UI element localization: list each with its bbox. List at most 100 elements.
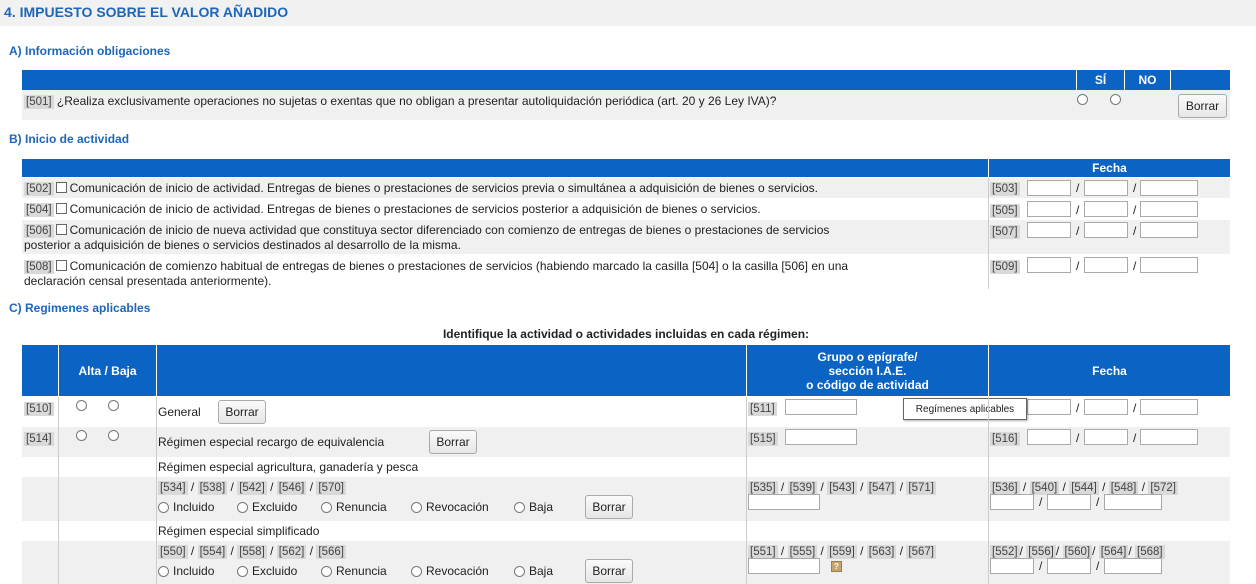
row-508-text: [508] Comunicación de comienzo habitual d… [24,259,848,274]
borrar-514-button[interactable]: Borrar [429,430,477,454]
simplificado-date-day[interactable] [990,558,1034,574]
agricultura-label: Régimen especial agricultura, ganadería … [158,460,419,474]
simplificado-codes: [550] / [554] / [558] / [562] / [566] [158,544,346,559]
grupo-511-input[interactable] [785,399,857,415]
code-505: [505] [990,204,1020,218]
radio-514-alta[interactable] [76,430,87,441]
radio-514-baja[interactable] [108,430,119,441]
simplificado-option-incluido[interactable]: Incluido [158,564,214,578]
date-516-month[interactable] [1084,429,1128,445]
row-508-label: Comunicación de comienzo habitual de ent… [69,259,849,273]
date-505-day[interactable] [1027,201,1071,217]
agricultura-option-excluido[interactable]: Excluido [237,500,297,514]
section-a-header: SÍ NO [22,70,1230,90]
date-510-month[interactable] [1084,399,1128,415]
agricultura-grupo-codes: [535] / [539] / [543] / [547] / [571] [748,480,936,495]
section-c-title: C) Regimenes aplicables [9,301,151,315]
date-510-day[interactable] [1027,399,1071,415]
agricultura-date-day[interactable] [990,494,1034,510]
checkbox-508[interactable] [55,260,67,271]
simplificado-label: Régimen especial simplificado [158,524,320,538]
checkbox-506[interactable] [55,224,67,235]
section-c-instruction: Identifique la actividad o actividades i… [442,327,810,341]
checkbox-502[interactable] [55,182,67,193]
header-si: SÍ [1076,70,1124,90]
simplificado-fecha-codes: [552] / [556] / [560] / [564] / [568] [990,544,1165,559]
tooltip: Regímenes aplicables [903,398,1027,420]
row-506-label: Comunicación de inicio de nueva activida… [69,223,830,237]
radio-510-baja[interactable] [108,400,119,411]
simplificado-date-month[interactable] [1047,558,1091,574]
borrar-510-button[interactable]: Borrar [218,400,266,424]
radio-501-no[interactable] [1110,94,1121,105]
row-502-text: [502] Comunicación de inicio de actividad… [24,181,818,196]
recargo-label: Régimen especial recargo de equivalencia [158,435,385,449]
date-505-month[interactable] [1084,201,1128,217]
simplificado-option-renuncia[interactable]: Renuncia [321,564,387,578]
agricultura-codes: [534] / [538] / [542] / [546] / [570] [158,480,346,495]
agricultura-option-renuncia[interactable]: Renuncia [321,500,387,514]
question-501: ¿Realiza exclusivamente operaciones no s… [56,94,777,108]
date-509-month[interactable] [1084,257,1128,273]
simplificado-option-excluido[interactable]: Excluido [237,564,297,578]
agricultura-option-revocacion[interactable]: Revocación [411,500,489,514]
borrar-simplificado-button[interactable]: Borrar [585,559,633,583]
general-label: General [158,405,201,419]
code-503: [503] [990,182,1020,196]
code-516: [516] [990,432,1020,446]
date-516-day[interactable] [1027,429,1071,445]
agricultura-option-incluido[interactable]: Incluido [158,500,214,514]
agricultura-option-baja[interactable]: Baja [514,500,553,514]
date-510-year[interactable] [1140,399,1198,415]
code-511: [511] [748,402,777,416]
date-516-year[interactable] [1140,429,1198,445]
code-510: [510] [24,402,54,416]
radio-510-alta[interactable] [76,400,87,411]
date-507-day[interactable] [1027,222,1071,238]
code-502: [502] [24,182,54,196]
agricultura-grupo-input[interactable] [748,494,820,510]
row-504-label: Comunicación de inicio de actividad. Ent… [69,202,761,216]
agricultura-date-month[interactable] [1047,494,1091,510]
code-507: [507] [990,225,1020,239]
row-506-text: [506] Comunicación de inicio de nueva act… [24,223,829,238]
row-504-text: [504] Comunicación de inicio de actividad… [24,202,761,217]
date-503-month[interactable] [1084,180,1128,196]
simplificado-option-baja[interactable]: Baja [514,564,553,578]
agricultura-date-year[interactable] [1104,494,1162,510]
simplificado-grupo-codes: [551] / [555] / [559] / [563] / [567] [748,544,936,559]
help-icon[interactable]: ? [831,561,842,572]
simplificado-option-revocacion[interactable]: Revocación [411,564,489,578]
date-507-month[interactable] [1084,222,1128,238]
row-506-label-2: posterior a adquisición de bienes o serv… [24,238,461,252]
simplificado-date-year[interactable] [1104,558,1162,574]
date-505-year[interactable] [1140,201,1198,217]
date-503-day[interactable] [1027,180,1071,196]
simplificado-grupo-input[interactable] [748,558,820,574]
agricultura-fecha-codes: [536] / [540] / [544] / [548] / [572] [990,480,1178,495]
header-fecha-b: Fecha [988,159,1230,177]
borrar-501-button[interactable]: Borrar [1178,94,1227,118]
section-c-header: Alta / Baja Grupo o epígrafe/ sección I.… [22,345,1230,396]
header-fecha-c: Fecha [988,345,1230,396]
code-508: [508] [24,260,54,274]
code-509: [509] [990,260,1020,274]
section-b-header: Fecha [22,159,1230,177]
code-501: [501] [24,95,54,109]
date-507-year[interactable] [1140,222,1198,238]
date-509-day[interactable] [1027,257,1071,273]
header-grupo: Grupo o epígrafe/ sección I.A.E. o códig… [746,345,988,396]
grupo-515-input[interactable] [785,429,857,445]
date-509-year[interactable] [1140,257,1198,273]
header-blank [1170,70,1230,90]
checkbox-504[interactable] [55,203,67,214]
date-503-year[interactable] [1140,180,1198,196]
row-501-text: [501] ¿Realiza exclusivamente operacione… [24,94,776,109]
radio-501-si[interactable] [1077,94,1088,105]
code-506: [506] [24,224,54,238]
row-502-label: Comunicación de inicio de actividad. Ent… [69,181,819,195]
borrar-agricultura-button[interactable]: Borrar [585,495,633,519]
code-504: [504] [24,203,54,217]
page-title: 4. IMPUESTO SOBRE EL VALOR AÑADIDO [0,0,1256,26]
section-b-title: B) Inicio de actividad [9,132,130,146]
